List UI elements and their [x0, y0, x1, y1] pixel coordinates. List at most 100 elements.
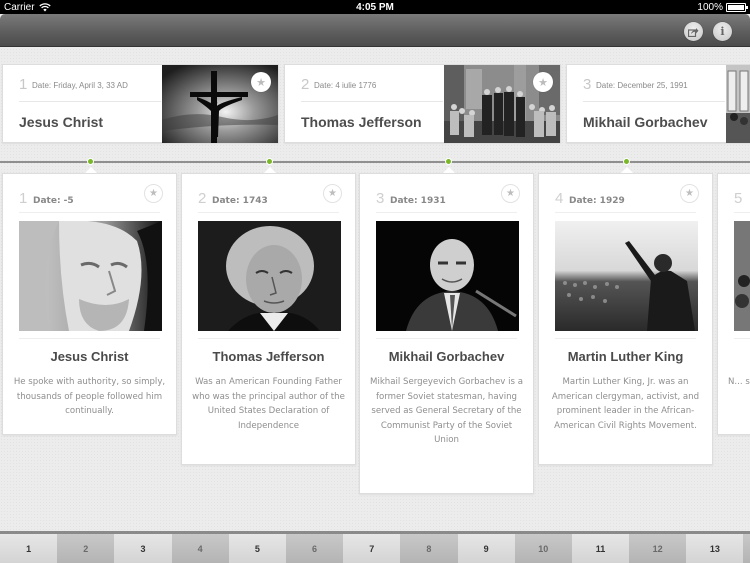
featured-card[interactable]: 1 Date: Friday, April 3, 33 AD Jesus Chr… — [2, 64, 279, 143]
card-description: Mikhail Sergeyevich Gorbachev is a forme… — [370, 377, 523, 446]
card-index: 1 — [19, 190, 28, 207]
page-tab[interactable]: 13 — [686, 534, 744, 563]
card-title: Mikhail Gorbachev — [583, 114, 708, 130]
star-icon: ★ — [538, 76, 548, 89]
divider — [376, 212, 517, 213]
card-date: Date: 1929 — [569, 196, 625, 206]
info-button[interactable]: i — [713, 22, 732, 41]
timeline-marker[interactable] — [87, 158, 94, 165]
favorite-button[interactable]: ★ — [501, 184, 520, 203]
divider — [19, 101, 161, 102]
card-description: N... se... A... — [728, 377, 750, 387]
divider — [376, 338, 517, 339]
person-card[interactable]: 5 N... se... A... — [717, 173, 750, 435]
timeline-marker[interactable] — [623, 158, 630, 165]
divider — [583, 101, 725, 102]
featured-events-row: 1 Date: Friday, April 3, 33 AD Jesus Chr… — [2, 64, 750, 144]
card-index: 5 — [734, 190, 743, 207]
featured-card[interactable]: 2 Date: 4 iulie 1776 Thomas Jefferson ★ — [284, 64, 561, 143]
navigation-bar: i — [0, 14, 750, 47]
divider — [734, 212, 750, 213]
crowd-image — [734, 221, 750, 331]
page-tab[interactable]: 5 — [228, 534, 286, 563]
divider — [198, 338, 339, 339]
person-card[interactable]: 3 Date: 1931 ★ Mikhail Gorbachev Mikhail… — [359, 173, 534, 494]
card-description: He spoke with authority, so simply, thou… — [13, 377, 166, 417]
card-title: Jesus Christ — [50, 349, 129, 364]
page-tab[interactable]: 3 — [114, 534, 172, 563]
page-tab[interactable]: 6 — [285, 534, 344, 563]
timeline-marker[interactable] — [266, 158, 273, 165]
timeline-marker[interactable] — [445, 158, 452, 165]
mlk-speech-image — [555, 221, 698, 331]
divider — [301, 101, 443, 102]
card-index: 3 — [583, 76, 592, 93]
jefferson-portrait-image — [198, 221, 341, 331]
page-tab[interactable]: 1 — [0, 534, 58, 563]
card-title: Thomas Jefferson — [212, 349, 325, 364]
card-date: Date: 1931 — [390, 196, 446, 206]
card-date: Date: -5 — [33, 196, 74, 206]
share-button[interactable] — [684, 22, 703, 41]
declaration-painting-image: ★ — [444, 65, 560, 143]
gorbachev-portrait-image — [376, 221, 519, 331]
favorite-button[interactable]: ★ — [680, 184, 699, 203]
card-index: 2 — [301, 76, 310, 93]
clock: 4:05 PM — [356, 1, 394, 13]
card-date: Date: December 25, 1991 — [596, 81, 688, 90]
page-tab[interactable]: 12 — [629, 534, 687, 563]
card-date: Date: 1743 — [212, 196, 268, 206]
share-icon — [688, 27, 699, 37]
page-tab[interactable]: 8 — [400, 534, 458, 563]
page-tab[interactable]: 10 — [514, 534, 572, 563]
page-tab-partial[interactable] — [743, 534, 750, 563]
card-description: Martin Luther King, Jr. was an American … — [551, 377, 700, 431]
divider — [555, 338, 696, 339]
card-description: Was an American Founding Father who was … — [192, 377, 345, 431]
carrier-label: Carrier — [4, 1, 35, 13]
status-bar: Carrier 4:05 PM 100% — [0, 0, 750, 14]
star-icon: ★ — [506, 188, 515, 199]
crucifix-image: ★ — [162, 65, 278, 143]
card-title: Mikhail Gorbachev — [388, 349, 505, 364]
card-title: Jesus Christ — [19, 114, 104, 130]
person-card[interactable]: 1 Date: -5 ★ Jesus Christ He spoke with … — [2, 173, 177, 435]
card-title: Martin Luther King — [567, 349, 684, 364]
card-index: 3 — [376, 190, 385, 207]
timeline-track — [0, 161, 750, 163]
card-title: Thomas Jefferson — [301, 114, 422, 130]
person-card[interactable]: 2 Date: 1743 ★ Thomas Jefferson Was an A… — [181, 173, 356, 465]
page-tab[interactable]: 2 — [57, 534, 115, 563]
favorite-button[interactable]: ★ — [144, 184, 163, 203]
star-icon: ★ — [256, 76, 266, 89]
star-icon: ★ — [328, 188, 337, 199]
divider — [734, 338, 750, 339]
page-selector: 1 2 3 4 5 6 7 8 9 10 11 12 13 — [0, 531, 750, 563]
divider — [555, 212, 696, 213]
card-date: Date: 4 iulie 1776 — [314, 81, 377, 90]
card-index: 1 — [19, 76, 28, 93]
person-card[interactable]: 4 Date: 1929 ★ Martin Luther King Martin… — [538, 173, 713, 465]
page-tab[interactable]: 4 — [171, 534, 229, 563]
page-tab[interactable]: 7 — [343, 534, 401, 563]
favorite-button[interactable]: ★ — [533, 72, 553, 92]
page-tab[interactable]: 11 — [571, 534, 630, 563]
star-icon: ★ — [685, 188, 694, 199]
battery-percent: 100% — [697, 1, 723, 13]
card-index: 4 — [555, 190, 564, 207]
star-icon: ★ — [149, 188, 158, 199]
favorite-button[interactable]: ★ — [251, 72, 271, 92]
wifi-icon — [38, 2, 51, 12]
gorbachev-event-image — [726, 65, 750, 143]
divider — [19, 212, 160, 213]
info-icon: i — [720, 25, 725, 38]
battery-icon — [726, 2, 748, 12]
featured-card[interactable]: 3 Date: December 25, 1991 Mikhail Gorbac… — [566, 64, 750, 143]
card-index: 2 — [198, 190, 207, 207]
card-date: Date: Friday, April 3, 33 AD — [32, 81, 128, 90]
divider — [19, 338, 160, 339]
page-tab[interactable]: 9 — [457, 534, 515, 563]
divider — [198, 212, 339, 213]
favorite-button[interactable]: ★ — [323, 184, 342, 203]
jesus-portrait-image — [19, 221, 162, 331]
